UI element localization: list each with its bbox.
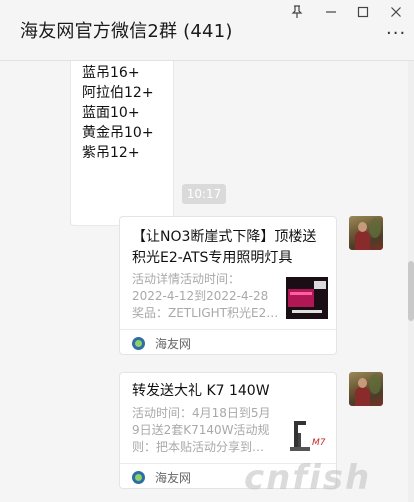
link-card[interactable]: 【让NO3断崖式下降】顶楼送积光E2-ATS专用照明灯具 活动详情活动时间： 2… [119,216,337,355]
maximize-icon [357,6,369,18]
pin-icon-glyph [291,5,303,18]
svg-text:M7: M7 [312,438,326,448]
list-item: 阿拉伯12+ [82,85,154,101]
card-desc-line: 9日送2套K7140W活动规 [132,423,270,437]
card-desc-line: 2022-4-12到2022-4-28 [132,289,269,303]
scrollbar-thumb[interactable] [408,261,414,321]
message-bubble-list[interactable]: 蓝吊16+ 阿拉伯12+ 蓝面10+ 黄金吊10+ 紫吊12+ [70,61,174,226]
card-desc-line: 奖品：ZETLIGHT积光E2… [132,306,278,320]
card-title: 【让NO3断崖式下降】顶楼送积光E2-ATS专用照明灯具 [132,229,317,266]
list-item: 紫吊12+ [82,145,140,161]
list-item: 黄金吊10+ [82,125,154,141]
minimize-icon [326,11,336,13]
source-logo-icon [132,471,145,484]
card-source-name: 海友网 [155,337,192,351]
message-timestamp: 10:17 [182,184,226,204]
scrollbar[interactable] [408,61,414,502]
card-title: 转发送大礼 K7 140W [132,383,270,399]
more-options-button[interactable]: ··· [386,25,406,43]
chat-message-list[interactable]: 蓝吊16+ 阿拉伯12+ 蓝面10+ 黄金吊10+ 紫吊12+ 10:17 【让… [0,61,408,502]
card-source: 海友网 [132,469,191,486]
title-bar: 海友网官方微信2群 (441) ··· [0,0,414,61]
sender-avatar[interactable] [349,216,383,250]
card-description: 活动详情活动时间： 2022-4-12到2022-4-28 奖品：ZETLIGH… [132,271,278,322]
card-source-name: 海友网 [155,471,192,485]
card-desc-line: 活动时间：4月18日到5月 [132,406,271,420]
card-desc-line: 活动详情活动时间： [132,272,241,286]
chat-title: 海友网官方微信2群 (441) [20,21,233,42]
pin-icon[interactable] [284,2,310,22]
list-item: 蓝面10+ [82,105,140,121]
card-description: 活动时间：4月18日到5月 9日送2套K7140W活动规 则：把本贴活动分享到… [132,405,278,456]
card-source: 海友网 [132,335,191,352]
list-item: 蓝吊16+ [82,65,140,81]
sender-avatar[interactable] [349,372,383,406]
watermark: cnfish [244,458,372,498]
maximize-button[interactable] [350,2,376,22]
close-icon [391,7,401,17]
card-divider [120,329,336,330]
card-thumbnail: M7 [286,415,328,457]
source-logo-icon [132,337,145,350]
minimize-button[interactable] [318,2,344,22]
card-desc-line: 则：把本贴活动分享到… [132,440,265,454]
close-button[interactable] [383,2,409,22]
card-thumbnail [286,277,328,319]
